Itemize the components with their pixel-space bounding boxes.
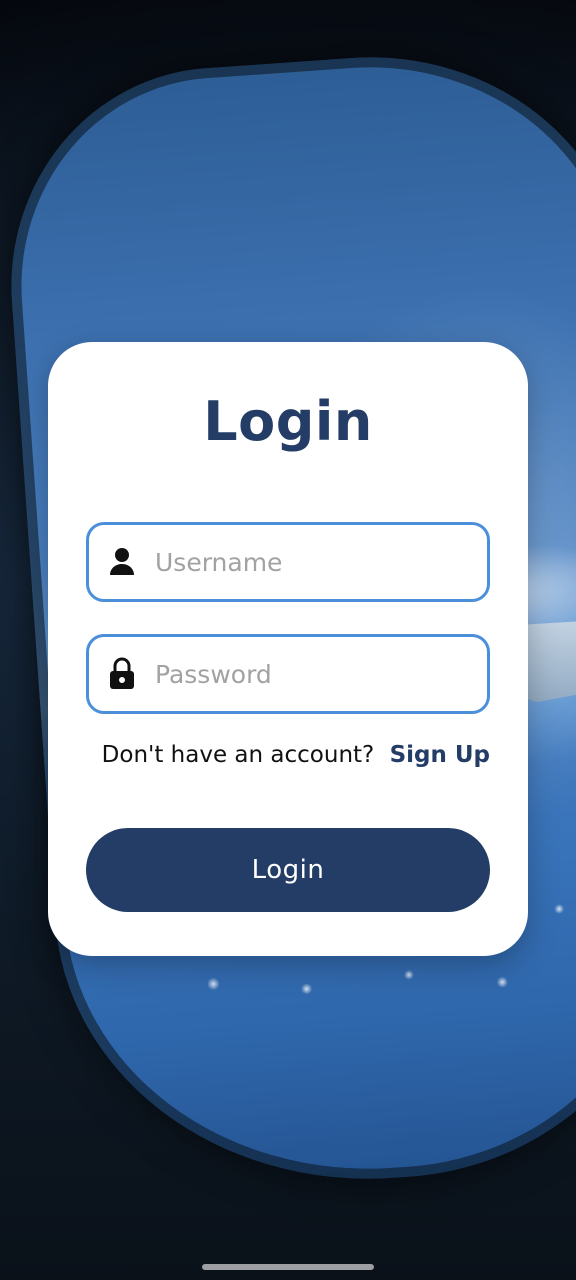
signup-link[interactable]: Sign Up [390,742,490,768]
login-card: Login Don't have an account? [48,342,528,956]
password-field[interactable] [86,634,490,714]
lock-icon [107,657,137,691]
home-indicator [202,1264,374,1270]
username-field[interactable] [86,522,490,602]
signup-row: Don't have an account? Sign Up [102,742,490,768]
person-icon [107,545,137,579]
username-input[interactable] [155,547,475,577]
password-input[interactable] [155,659,475,689]
login-screen: Login Don't have an account? [0,0,576,1280]
login-button[interactable]: Login [86,828,490,912]
page-title: Login [203,390,373,453]
signup-prompt: Don't have an account? [101,742,375,768]
